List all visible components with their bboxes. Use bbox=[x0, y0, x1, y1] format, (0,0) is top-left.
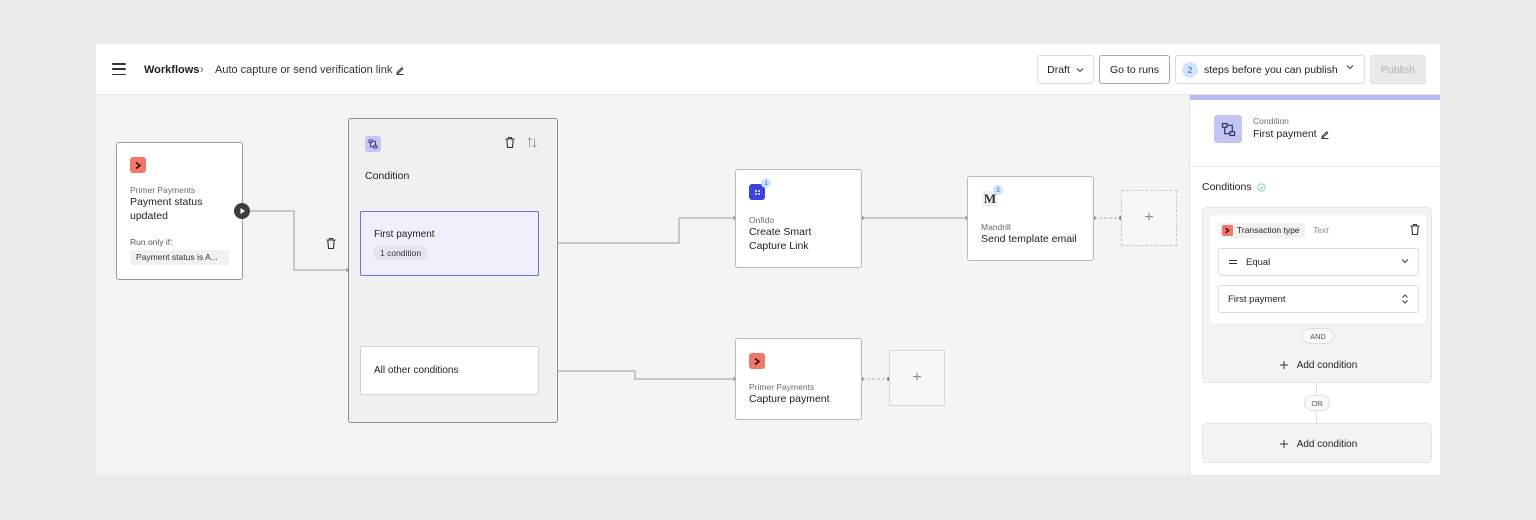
or-separator: OR bbox=[1304, 395, 1330, 411]
mandrill-title: Send template email bbox=[981, 233, 1077, 245]
go-to-runs-button[interactable]: Go to runs bbox=[1099, 55, 1170, 84]
status-select[interactable]: Draft bbox=[1037, 55, 1094, 84]
onfido-node[interactable]: 1 Onfido Create Smart Capture Link bbox=[735, 169, 862, 268]
breadcrumb-workflows[interactable]: Workflows bbox=[144, 63, 199, 77]
condition-group-or: Add condition bbox=[1202, 423, 1432, 463]
conditions-section-title: Conditions bbox=[1202, 181, 1266, 193]
branch-all-other-conditions[interactable]: All other conditions bbox=[360, 346, 539, 395]
mandrill-app-label: Mandrill bbox=[981, 222, 1011, 232]
condition-name: First payment bbox=[1253, 128, 1317, 140]
workflow-editor: Workflows › Auto capture or send verific… bbox=[96, 44, 1440, 475]
panel-divider bbox=[1190, 166, 1440, 167]
trash-icon[interactable] bbox=[325, 237, 337, 250]
check-circle-icon bbox=[1256, 182, 1266, 192]
operator-value: Equal bbox=[1246, 256, 1271, 268]
workflow-canvas[interactable]: Primer Payments Payment status updated R… bbox=[96, 95, 1189, 475]
status-select-value: Draft bbox=[1047, 63, 1070, 76]
publish-button[interactable]: Publish bbox=[1370, 55, 1426, 84]
condition-title: Condition bbox=[365, 170, 410, 182]
field-chip[interactable]: Transaction type bbox=[1220, 223, 1305, 238]
trigger-title: Payment status updated bbox=[130, 196, 203, 222]
chevron-down-icon bbox=[1076, 67, 1084, 72]
add-condition-label: Add condition bbox=[1296, 359, 1358, 371]
primer-logo-icon bbox=[749, 353, 765, 369]
onfido-title: Create Smart Capture Link bbox=[749, 226, 812, 252]
panel-name: First payment bbox=[1253, 128, 1330, 140]
equals-icon bbox=[1229, 260, 1237, 264]
operator-select[interactable]: Equal bbox=[1218, 248, 1419, 276]
breadcrumb-current: Auto capture or send verification link bbox=[215, 63, 405, 77]
plus-icon bbox=[1279, 440, 1288, 448]
trigger-app-label: Primer Payments bbox=[130, 185, 196, 195]
value-select[interactable]: First payment bbox=[1218, 285, 1419, 313]
trash-icon[interactable] bbox=[504, 136, 516, 149]
add-or-condition-button[interactable]: Add condition bbox=[1203, 433, 1433, 455]
add-step-button[interactable]: + bbox=[889, 350, 945, 406]
trash-icon[interactable] bbox=[1409, 223, 1421, 236]
and-separator: AND bbox=[1302, 328, 1334, 344]
play-icon[interactable] bbox=[234, 203, 250, 219]
capture-title: Capture payment bbox=[749, 393, 830, 405]
capture-app-label: Primer Payments bbox=[749, 382, 815, 392]
condition-settings-panel: Condition First payment Conditions Trans… bbox=[1189, 95, 1440, 475]
condition-count-chip: 1 condition bbox=[374, 246, 428, 260]
field-type-label: Text bbox=[1313, 225, 1329, 235]
connector-lines bbox=[250, 210, 1123, 381]
conditions-heading: Conditions bbox=[1202, 181, 1252, 193]
branch-first-payment[interactable]: First payment 1 condition bbox=[360, 211, 539, 276]
branch-label: All other conditions bbox=[374, 365, 459, 376]
breadcrumb-separator: › bbox=[200, 64, 204, 76]
step-number-badge: 1 bbox=[761, 178, 771, 188]
chevron-down-icon bbox=[1401, 259, 1409, 264]
capture-payment-node[interactable]: Primer Payments Capture payment bbox=[735, 338, 862, 420]
run-only-label: Run only if: bbox=[130, 237, 173, 247]
condition-branch-icon bbox=[1214, 115, 1242, 143]
condition-node[interactable]: Condition First payment 1 condition All … bbox=[348, 118, 558, 423]
onfido-app-label: Onfido bbox=[749, 215, 775, 225]
panel-accent-bar bbox=[1190, 95, 1440, 100]
publish-steps-dropdown[interactable]: 2 steps before you can publish bbox=[1175, 55, 1365, 84]
panel-type-label: Condition bbox=[1253, 116, 1289, 126]
pencil-icon[interactable] bbox=[395, 65, 405, 76]
add-condition-label: Add condition bbox=[1296, 438, 1358, 450]
value-text: First payment bbox=[1228, 293, 1286, 305]
primer-logo-icon bbox=[1222, 225, 1233, 236]
chevron-down-icon bbox=[1346, 65, 1354, 70]
field-name: Transaction type bbox=[1237, 225, 1300, 235]
steps-text: steps before you can publish bbox=[1204, 63, 1338, 76]
pencil-icon[interactable] bbox=[1320, 129, 1330, 140]
top-bar: Workflows › Auto capture or send verific… bbox=[96, 44, 1440, 95]
add-step-button[interactable]: + bbox=[1121, 190, 1177, 246]
mandrill-node[interactable]: M 2 Mandrill Send template email bbox=[967, 176, 1094, 261]
run-only-filter-chip[interactable]: Payment status is A... bbox=[130, 250, 229, 265]
add-and-condition-button[interactable]: Add condition bbox=[1203, 354, 1433, 376]
primer-logo-icon bbox=[130, 157, 146, 173]
branch-label: First payment bbox=[374, 229, 435, 240]
condition-group: Transaction type Text Equal First paymen… bbox=[1202, 207, 1432, 383]
step-number-badge: 2 bbox=[993, 185, 1003, 195]
chevron-up-down-icon bbox=[1402, 294, 1408, 304]
steps-count-badge: 2 bbox=[1182, 61, 1198, 78]
condition-rule-card: Transaction type Text Equal First paymen… bbox=[1210, 215, 1426, 323]
workflow-title: Auto capture or send verification link bbox=[215, 64, 393, 76]
trigger-node[interactable]: Primer Payments Payment status updated R… bbox=[116, 142, 243, 280]
plus-icon bbox=[1279, 361, 1288, 369]
reorder-icon[interactable] bbox=[526, 136, 538, 149]
condition-branch-icon bbox=[365, 136, 381, 152]
menu-icon[interactable] bbox=[112, 63, 126, 75]
